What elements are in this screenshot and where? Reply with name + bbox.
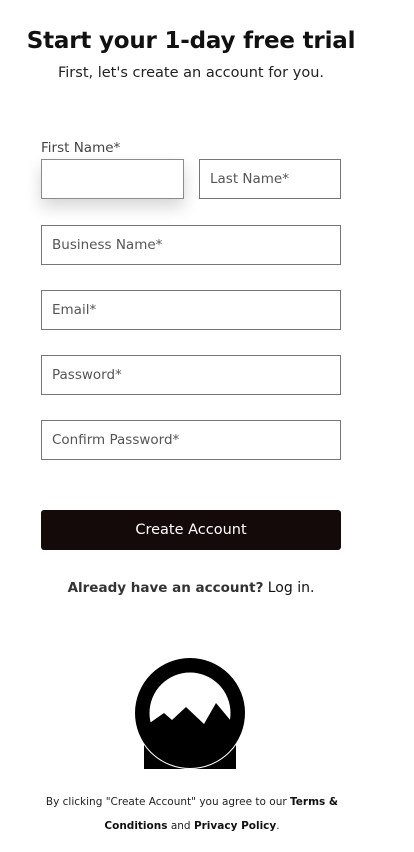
email-input[interactable]	[41, 290, 341, 330]
legal-notice: By clicking "Create Account" you agree t…	[40, 790, 344, 838]
page-title: Start your 1-day free trial	[26, 28, 356, 54]
login-prompt: Already have an account? Log in.	[0, 580, 382, 596]
login-link[interactable]: Log in.	[268, 580, 315, 596]
business-name-input[interactable]	[41, 225, 341, 265]
privacy-policy-link[interactable]: Privacy Policy	[194, 820, 276, 832]
mountain-logo-icon	[134, 657, 246, 769]
legal-suffix: .	[276, 820, 280, 832]
legal-and: and	[170, 820, 191, 832]
first-name-label: First Name*	[41, 140, 121, 156]
confirm-password-input[interactable]	[41, 420, 341, 460]
login-prompt-text: Already have an account?	[67, 580, 264, 596]
password-input[interactable]	[41, 355, 341, 395]
last-name-input[interactable]	[199, 159, 341, 199]
page-subtitle: First, let's create an account for you.	[57, 65, 324, 81]
first-name-input[interactable]	[41, 159, 184, 199]
create-account-button[interactable]: Create Account	[41, 510, 341, 550]
legal-prefix: By clicking "Create Account" you agree t…	[45, 796, 287, 808]
